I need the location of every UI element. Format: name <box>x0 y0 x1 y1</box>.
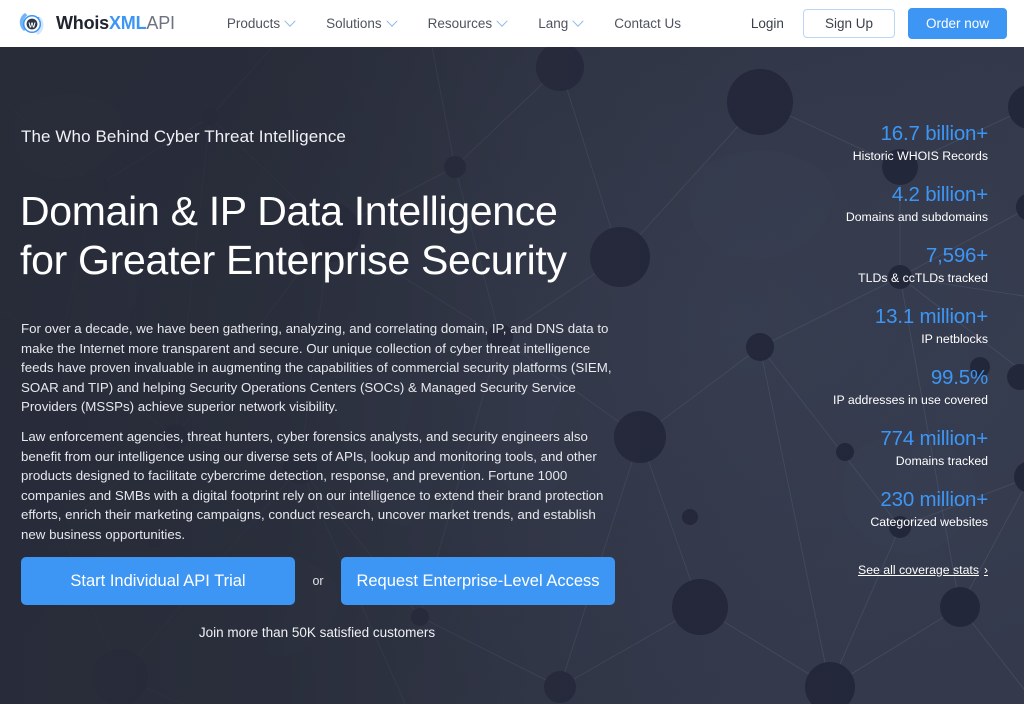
nav-label-solutions: Solutions <box>326 16 382 31</box>
cta-separator-or: or <box>312 574 324 588</box>
stat-value: 99.5% <box>930 366 988 389</box>
stat-item: 7,596+ TLDs & ccTLDs tracked <box>688 244 988 287</box>
logo-text-xml: XML <box>109 13 147 33</box>
stat-value: 13.1 million+ <box>874 305 988 328</box>
nav-item-contact-us[interactable]: Contact Us <box>598 10 697 37</box>
logo-wordmark: WhoisXMLAPI <box>56 13 175 34</box>
nav-item-products[interactable]: Products <box>211 10 310 37</box>
page-root: W WhoisXMLAPI Products Solutions Resourc… <box>0 0 1024 704</box>
stat-value: 230 million+ <box>880 488 988 511</box>
start-individual-api-trial-button[interactable]: Start Individual API Trial <box>21 557 295 605</box>
order-now-button[interactable]: Order now <box>907 7 1007 40</box>
hero-paragraph-2: Law enforcement agencies, threat hunters… <box>21 429 604 542</box>
join-customers-note: Join more than 50K satisfied customers <box>198 625 436 640</box>
site-logo[interactable]: W WhoisXMLAPI <box>17 9 175 39</box>
nav-item-resources[interactable]: Resources <box>412 10 523 37</box>
stat-item: 16.7 billion+ Historic WHOIS Records <box>688 122 988 165</box>
logo-text-whois: Whois <box>56 13 109 33</box>
coverage-link-label: See all coverage stats <box>858 563 979 577</box>
svg-text:W: W <box>29 20 36 29</box>
stat-item: 13.1 million+ IP netblocks <box>688 305 988 348</box>
nav-label-products: Products <box>226 16 281 31</box>
logo-text-api: API <box>146 13 175 33</box>
hero-section: The Who Behind Cyber Threat Intelligence… <box>0 47 1024 704</box>
site-header: W WhoisXMLAPI Products Solutions Resourc… <box>0 0 1024 47</box>
nav-item-solutions[interactable]: Solutions <box>310 10 412 37</box>
nav-label-contact-us: Contact Us <box>614 16 682 31</box>
main-navigation: Products Solutions Resources Lang Contac… <box>211 10 697 37</box>
sign-up-button[interactable]: Sign Up <box>802 8 895 39</box>
hero-eyebrow: The Who Behind Cyber Threat Intelligence <box>21 127 346 146</box>
nav-label-lang: Lang <box>538 16 569 31</box>
chevron-down-icon <box>284 15 296 27</box>
stat-value: 774 million+ <box>880 427 988 450</box>
stat-item: 774 million+ Domains tracked <box>688 427 988 470</box>
chevron-right-icon: › <box>984 563 988 577</box>
nav-item-lang[interactable]: Lang <box>522 10 598 37</box>
see-all-coverage-stats-link[interactable]: See all coverage stats › <box>858 563 988 577</box>
headline-line-2: for Greater Enterprise Security <box>20 237 567 283</box>
hero-paragraph-1: For over a decade, we have been gatherin… <box>21 321 612 414</box>
stat-label: Domains tracked <box>895 454 988 468</box>
chevron-down-icon <box>496 15 508 27</box>
hero-cta-row: Start Individual API Trial or Request En… <box>21 557 615 605</box>
headline-line-1: Domain & IP Data Intelligence <box>20 188 558 234</box>
stat-value: 7,596+ <box>925 244 988 267</box>
coverage-stats-list: 16.7 billion+ Historic WHOIS Records 4.2… <box>688 122 988 579</box>
stat-label: TLDs & ccTLDs tracked <box>858 271 988 285</box>
whois-globe-icon: W <box>17 9 47 39</box>
stat-label: Categorized websites <box>870 515 988 529</box>
chevron-down-icon <box>385 15 398 27</box>
stat-item: 4.2 billion+ Domains and subdomains <box>688 183 988 226</box>
hero-content: The Who Behind Cyber Threat Intelligence… <box>0 47 1024 704</box>
stat-label: IP netblocks <box>921 332 988 346</box>
stat-item: 99.5% IP addresses in use covered <box>688 366 988 409</box>
login-link[interactable]: Login <box>745 12 790 35</box>
chevron-down-icon <box>572 15 584 27</box>
stat-value: 4.2 billion+ <box>891 183 988 206</box>
stat-label: Domains and subdomains <box>845 210 988 224</box>
stat-value: 16.7 billion+ <box>880 122 989 145</box>
request-enterprise-level-access-button[interactable]: Request Enterprise-Level Access <box>341 557 615 605</box>
page-title: Domain & IP Data Intelligence for Greate… <box>20 187 567 285</box>
stat-label: IP addresses in use covered <box>833 393 988 407</box>
nav-label-resources: Resources <box>427 16 493 31</box>
stat-item: 230 million+ Categorized websites <box>688 488 988 531</box>
stat-label: Historic WHOIS Records <box>852 149 988 163</box>
header-actions: Login Sign Up Order now <box>745 7 1007 40</box>
